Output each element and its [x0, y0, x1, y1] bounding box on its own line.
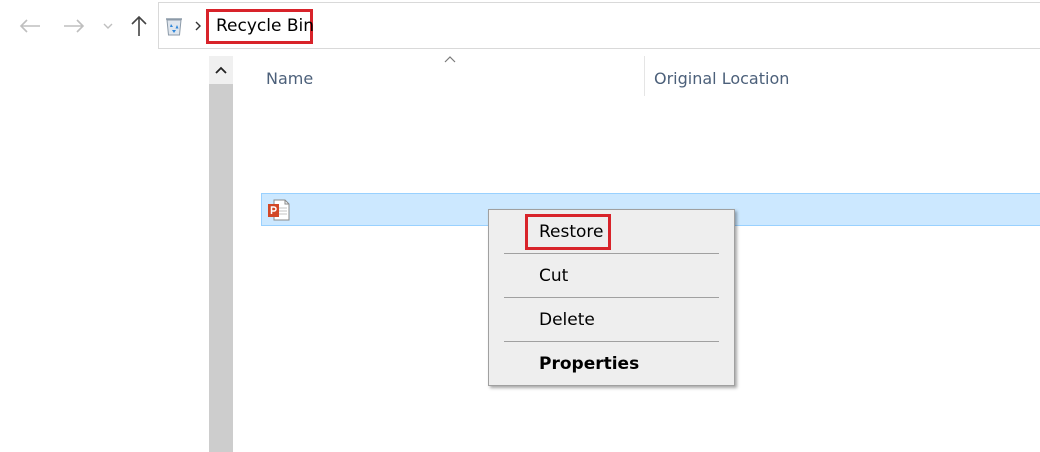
menu-item-restore[interactable]: Restore — [491, 212, 732, 252]
back-arrow-icon — [19, 19, 40, 33]
menu-item-properties[interactable]: Properties — [491, 344, 732, 384]
powerpoint-file-icon — [267, 198, 291, 222]
scroll-thumb[interactable] — [209, 84, 233, 452]
menu-separator — [504, 297, 719, 298]
chevron-up-icon — [215, 66, 227, 74]
breadcrumb-recycle-bin[interactable]: Recycle Bin — [206, 9, 314, 44]
back-button[interactable] — [14, 12, 46, 40]
vertical-scrollbar[interactable] — [209, 56, 233, 452]
chevron-right-icon[interactable] — [193, 16, 203, 36]
sort-ascending-icon — [444, 56, 456, 63]
scroll-up-button[interactable] — [209, 56, 233, 84]
up-button[interactable] — [124, 12, 154, 40]
menu-item-cut[interactable]: Cut — [491, 256, 732, 296]
column-header-original-location[interactable]: Original Location — [654, 66, 874, 92]
menu-item-delete[interactable]: Delete — [491, 300, 732, 340]
recent-locations-button[interactable] — [98, 12, 118, 40]
forward-button[interactable] — [58, 12, 90, 40]
chevron-down-icon — [103, 23, 113, 29]
context-menu: Restore Cut Delete Properties — [488, 209, 735, 386]
forward-arrow-icon — [64, 19, 85, 33]
recycle-bin-icon — [163, 15, 185, 37]
menu-separator — [504, 253, 719, 254]
column-header-name[interactable]: Name — [266, 66, 466, 92]
menu-separator — [504, 341, 719, 342]
up-arrow-icon — [131, 15, 147, 36]
address-bar[interactable]: Recycle Bin — [158, 2, 1040, 49]
file-explorer-window: Recycle Bin Name Original Location Resto… — [0, 0, 1040, 452]
column-divider[interactable] — [644, 56, 645, 96]
